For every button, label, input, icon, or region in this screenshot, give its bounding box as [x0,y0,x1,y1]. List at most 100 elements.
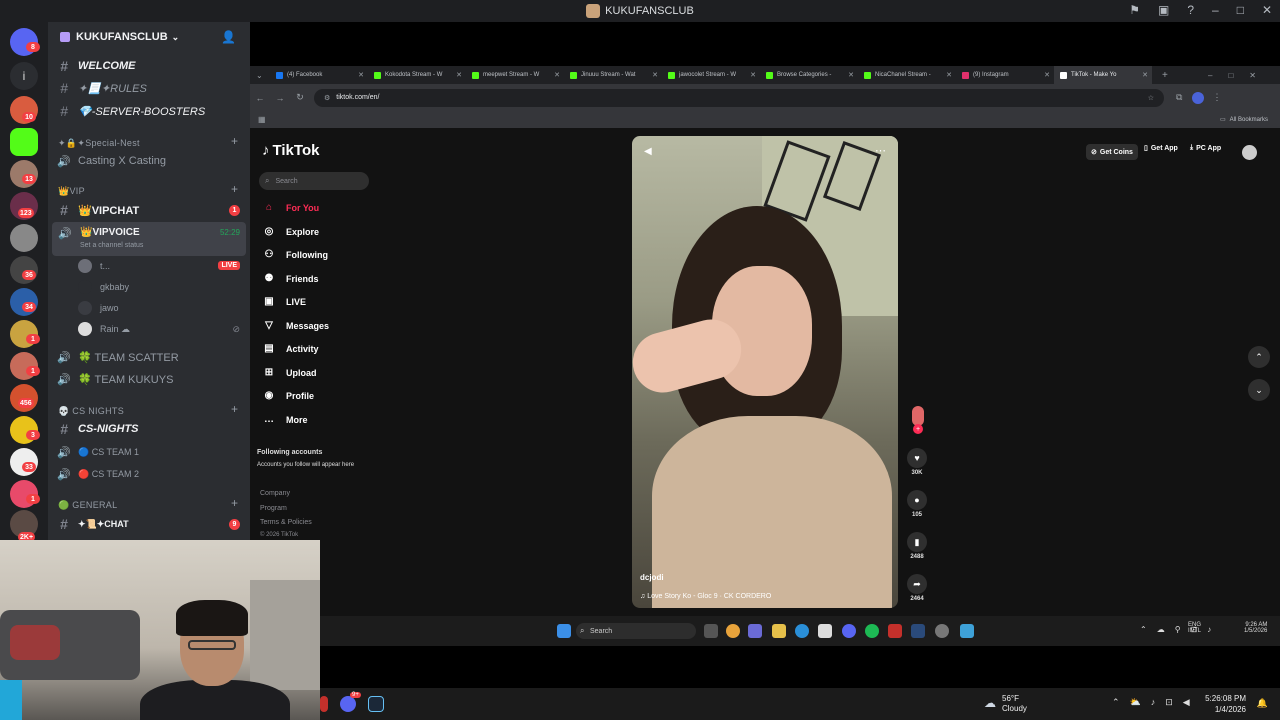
obs-icon[interactable] [935,624,949,638]
nav-profile[interactable]: ◉ Profile [262,390,314,401]
close-button[interactable]: ✕ [1262,3,1272,17]
video-song[interactable]: ♫ Love Story Ko - Gloc 9 · CK CORDERO [640,593,771,600]
browser-tab[interactable]: jawocolet Stream - W ✕ [662,66,760,84]
back-button[interactable]: ← [250,93,270,103]
comment-icon[interactable]: ● [907,490,927,510]
edge-icon[interactable] [795,624,809,638]
maximize-button[interactable]: □ [1237,3,1244,17]
extensions-icon[interactable]: ⧉ [1176,92,1182,103]
nav-activity[interactable]: ▤ Activity [262,343,318,354]
category-cs-nights[interactable]: 💀 CS NIGHTS [58,406,124,417]
task-view-icon[interactable] [704,624,718,638]
nav-live[interactable]: ▣ LIVE [262,296,306,307]
new-tab-button[interactable]: + [1162,70,1168,81]
browser-tab[interactable]: Kokodota Stream - W ✕ [368,66,466,84]
site-info-icon[interactable]: ⚙ [324,94,330,102]
voice-user[interactable]: jawo [78,299,119,317]
spotify-icon[interactable] [865,624,879,638]
pc-app-button[interactable]: ⤓ PC App [1190,144,1221,152]
browser-tab[interactable]: meepwet Stream - W ✕ [466,66,564,84]
channel-welcome[interactable]: # WELCOME [56,56,244,76]
close-tab-icon[interactable]: ✕ [652,71,658,79]
follow-plus-icon[interactable]: + [913,424,923,434]
browser-tab[interactable]: (9) Instagram ✕ [956,66,1054,84]
tab-search-icon[interactable]: ⌄ [256,71,270,80]
inbox-icon[interactable]: ▣ [1158,3,1169,17]
all-bookmarks-link[interactable]: All Bookmarks [1230,117,1268,123]
nav-following[interactable]: ⚇ Following [262,249,328,260]
steam-taskbar-icon[interactable] [368,696,384,712]
nav-more[interactable]: … More [262,414,308,425]
add-channel-icon[interactable]: + [231,182,238,196]
close-tab-icon[interactable]: ✕ [456,71,462,79]
save-action[interactable]: ▮ 2488 [906,532,928,560]
channel-cs-team2[interactable]: 🔊 🔴 CS TEAM 2 [56,464,244,484]
category-special[interactable]: ✦🔒✦Special-Nest [58,138,140,149]
browser-tab-active[interactable]: TikTok - Make Yo ✕ [1054,66,1152,84]
footer-company[interactable]: Company [260,490,290,497]
browser-tab[interactable]: (4) Facebook ✕ [270,66,368,84]
address-bar[interactable]: ⚙ tiktok.com/en/ ☆ [314,88,1164,107]
file-explorer-icon[interactable] [772,624,786,638]
category-general[interactable]: 🟢 GENERAL [58,500,117,511]
channel-team-scatter[interactable]: 🔊 🍀 TEAM SCATTER [56,347,244,367]
share-action[interactable]: ➦ 2464 [906,574,928,602]
previous-video-button[interactable]: ⌃ [1248,346,1270,368]
add-channel-icon[interactable]: + [231,496,238,510]
add-channel-icon[interactable]: + [231,134,238,148]
channel-boosters[interactable]: # 💎-SERVER-BOOSTERS [56,101,244,121]
nav-friends[interactable]: ⚉ Friends [262,273,319,284]
search-input[interactable]: ⌕ Search [259,172,369,190]
bookmark-star-icon[interactable]: ☆ [1148,94,1154,102]
close-tab-icon[interactable]: ✕ [848,71,854,79]
footer-program[interactable]: Program [260,505,287,512]
minimize-button[interactable]: – [1212,3,1219,17]
app-icon[interactable] [888,624,902,638]
close-tab-icon[interactable]: ✕ [358,71,364,79]
nav-messages[interactable]: ▽ Messages [262,320,329,331]
browser-tab[interactable]: Browse Categories - ✕ [760,66,858,84]
steam-icon[interactable] [911,624,925,638]
volume-icon[interactable]: ◀ [644,146,652,157]
channel-chat[interactable]: # ✦📜✦CHAT [56,514,244,534]
creator-avatar[interactable] [912,406,924,426]
forward-button[interactable]: → [270,93,290,103]
info-icon[interactable]: i [10,62,38,90]
taskbar-search[interactable]: ⌕ Search [576,623,696,639]
channel-status[interactable]: Set a channel status [80,242,143,249]
heart-icon[interactable]: ♥ [907,448,927,468]
video-username[interactable]: dcjodi [640,573,664,582]
next-video-button[interactable]: ⌄ [1248,379,1270,401]
channel-rules[interactable]: # ✦📃✦RULES [56,78,244,98]
voice-user[interactable]: gkbaby [78,278,129,296]
browser-tab[interactable]: NicaChanel Stream - ✕ [858,66,956,84]
shared-clock[interactable]: 9:26 AM 1/5/2026 [1244,622,1267,634]
share-icon[interactable]: ➦ [907,574,927,594]
kick-server-icon[interactable] [10,128,38,156]
store-icon[interactable] [818,624,832,638]
nav-for-you[interactable]: ⌂ For You [262,202,319,213]
apps-grid-icon[interactable]: ▦ [258,115,266,124]
bookmark-icon[interactable]: ▮ [907,532,927,552]
user-avatar[interactable] [1242,145,1257,160]
language-indicator[interactable]: ENG INTL [1188,622,1201,634]
reload-button[interactable]: ↻ [290,92,310,103]
add-channel-icon[interactable]: + [231,402,238,416]
channel-casting[interactable]: 🔊 Casting X Casting [56,151,244,171]
channel-cs-nights[interactable]: # CS-NIGHTS [56,419,244,439]
discord-taskbar-icon[interactable] [340,696,356,712]
help-icon[interactable]: ? [1187,3,1194,17]
notification-bell-icon[interactable]: 🔔 [1257,698,1268,709]
comment-action[interactable]: ● 105 [906,490,928,518]
flag-icon[interactable]: ⚑ [1129,3,1140,17]
channel-team-kukuys[interactable]: 🔊 🍀 TEAM KUKUYS [56,369,244,389]
close-tab-icon[interactable]: ✕ [750,71,756,79]
close-tab-icon[interactable]: ✕ [1044,71,1050,79]
voice-user[interactable]: t... [78,257,110,275]
host-clock[interactable]: 5:26:08 PM 1/4/2026 [1205,693,1246,715]
nav-upload[interactable]: ⊞ Upload [262,367,317,378]
channel-vipvoice-active[interactable]: 🔊 👑VIPVOICE 52:29 Set a channel status [52,222,246,256]
app-icon[interactable] [320,696,328,712]
browser-tab[interactable]: Jinuuu Stream - Wat ✕ [564,66,662,84]
system-tray-icons[interactable]: ⌃⛅♪⊡◀ [1112,697,1200,708]
